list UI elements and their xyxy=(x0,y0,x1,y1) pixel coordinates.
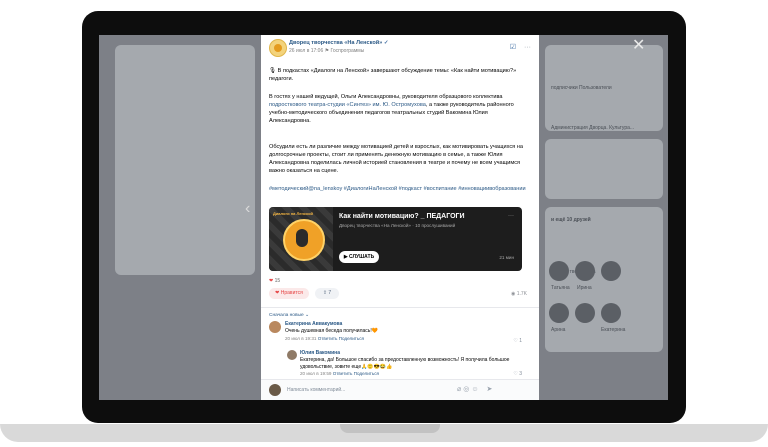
background-text: подписчики Пользователи xyxy=(551,85,612,91)
screen: подписчики Пользователи Администрация Дв… xyxy=(99,35,668,400)
comment: Екатерина Аввакумова Очень душевная бесе… xyxy=(269,321,524,351)
friend-name: Ирина xyxy=(577,285,592,291)
post-paragraph: Обсудили есть ли различие между мотиваци… xyxy=(269,144,523,174)
comment-sort[interactable]: Сначала новые ⌄ xyxy=(269,313,309,318)
like-button[interactable]: ❤ Нравится xyxy=(269,288,309,299)
community-avatar[interactable] xyxy=(269,39,287,57)
background-card-right-2 xyxy=(545,139,663,199)
listen-button[interactable]: ▶ СЛУШАТЬ xyxy=(339,251,379,263)
avatar[interactable] xyxy=(269,321,281,333)
heart-icon: ♡ xyxy=(513,338,518,344)
reactions-summary[interactable]: ❤ 15 xyxy=(269,278,280,284)
post-modal: Дворец творчества «На Ленской» ✓ 26 июл … xyxy=(261,35,539,400)
podcast-duration: 21 мин xyxy=(499,255,514,260)
friend-avatar xyxy=(601,303,621,323)
comment-meta: 20 июл в 19:59 Ответить Поделиться xyxy=(300,371,380,376)
comment-input[interactable]: Написать комментарий... xyxy=(287,387,345,393)
post-paragraph: В гостях у нашей ведущей, Ольги Александ… xyxy=(269,94,514,124)
bookmark-icon[interactable]: ☑ xyxy=(510,44,516,51)
friend-avatar xyxy=(575,261,595,281)
emoji-icon[interactable]: ☺ xyxy=(471,386,480,393)
comment-text: Екатерина, да! Большое спасибо за предос… xyxy=(300,357,510,370)
close-icon[interactable]: ✕ xyxy=(632,35,645,55)
more-icon[interactable]: ··· xyxy=(524,44,531,51)
friend-name: Екатерина xyxy=(601,327,626,333)
comment-like[interactable]: ♡ 3 xyxy=(513,371,522,377)
comment-text: Очень душевная беседа получилась!🧡 xyxy=(285,328,378,334)
podcast-subtitle: Дворец творчества «На Ленской» · 10 прос… xyxy=(339,223,456,228)
heart-icon: ❤ xyxy=(275,290,280,296)
send-icon[interactable]: ➤ xyxy=(486,386,494,393)
comment-reply: Юлия Вакомина Екатерина, да! Большое спа… xyxy=(287,350,524,380)
share-link[interactable]: Поделиться xyxy=(339,336,364,341)
friend-name: Татьяна xyxy=(551,285,570,291)
post-date[interactable]: 26 июл в 17:06 xyxy=(289,48,323,54)
divider xyxy=(261,307,539,308)
post-actions: ☑ ··· xyxy=(510,43,531,51)
composer-icons: ⌀◎☺ ➤ xyxy=(457,385,494,393)
share-link[interactable]: Поделиться xyxy=(354,371,379,376)
comment-like[interactable]: ♡ 1 xyxy=(513,338,522,344)
background-card-left xyxy=(115,45,255,275)
friend-avatar xyxy=(549,303,569,323)
background-text: и ещё 10 друзей xyxy=(551,217,591,223)
friend-avatar xyxy=(575,303,595,323)
reply-link[interactable]: Ответить xyxy=(318,336,338,341)
comment-composer: Написать комментарий... ⌀◎☺ ➤ xyxy=(261,379,539,400)
avatar xyxy=(269,384,281,396)
post-geo[interactable]: Госпрограммы xyxy=(331,48,365,54)
podcast-more-icon[interactable]: ··· xyxy=(508,213,514,219)
share-button[interactable]: ⇪ 7 xyxy=(315,288,339,299)
eye-icon: ◉ xyxy=(510,291,516,297)
post-meta: 26 июл в 17:06 ⚑ Госпрограммы xyxy=(289,48,364,54)
comment-author[interactable]: Юлия Вакомина xyxy=(300,350,340,356)
friend-avatar xyxy=(549,261,569,281)
post-hashtags[interactable]: #методический@na_lenskoy #ДиалогиНаЛенск… xyxy=(269,185,531,193)
reply-link[interactable]: Ответить xyxy=(333,371,353,376)
avatar[interactable] xyxy=(287,350,297,360)
comment-meta: 20 июл в 19:31 Ответить Поделиться xyxy=(285,336,365,341)
theater-link[interactable]: подросткового театра-студии «Синтез» им.… xyxy=(269,102,426,108)
podcast-title[interactable]: Как найти мотивацию? _ ПЕДАГОГИ xyxy=(339,213,465,220)
views-count: ◉ 1.7K xyxy=(510,291,527,297)
author-name[interactable]: Дворец творчества «На Ленской» ✓ xyxy=(289,40,389,46)
comment-author[interactable]: Екатерина Аввакумова xyxy=(285,321,342,327)
podcast-cover: Диалоги на Ленской xyxy=(269,207,333,271)
heart-icon: ❤ xyxy=(269,278,274,284)
background-text: Администрация Дворца. Культура... xyxy=(551,125,635,131)
laptop-notch xyxy=(340,424,440,433)
microphone-icon xyxy=(296,229,308,247)
share-icon: ⇪ xyxy=(322,290,328,296)
podcast-player[interactable]: Диалоги на Ленской Как найти мотивацию? … xyxy=(269,207,522,271)
prev-arrow-icon[interactable]: ‹ xyxy=(245,200,250,218)
cover-label: Диалоги на Ленской xyxy=(273,211,313,216)
friend-name: Арина xyxy=(551,327,566,333)
post-header: Дворец творчества «На Ленской» ✓ 26 июл … xyxy=(261,35,539,59)
verified-icon: ✓ xyxy=(383,40,389,46)
friend-avatar xyxy=(601,261,621,281)
post-intro: 🎙 В подкастах «Диалоги на Ленской» завер… xyxy=(269,68,517,82)
heart-icon: ♡ xyxy=(513,371,518,377)
